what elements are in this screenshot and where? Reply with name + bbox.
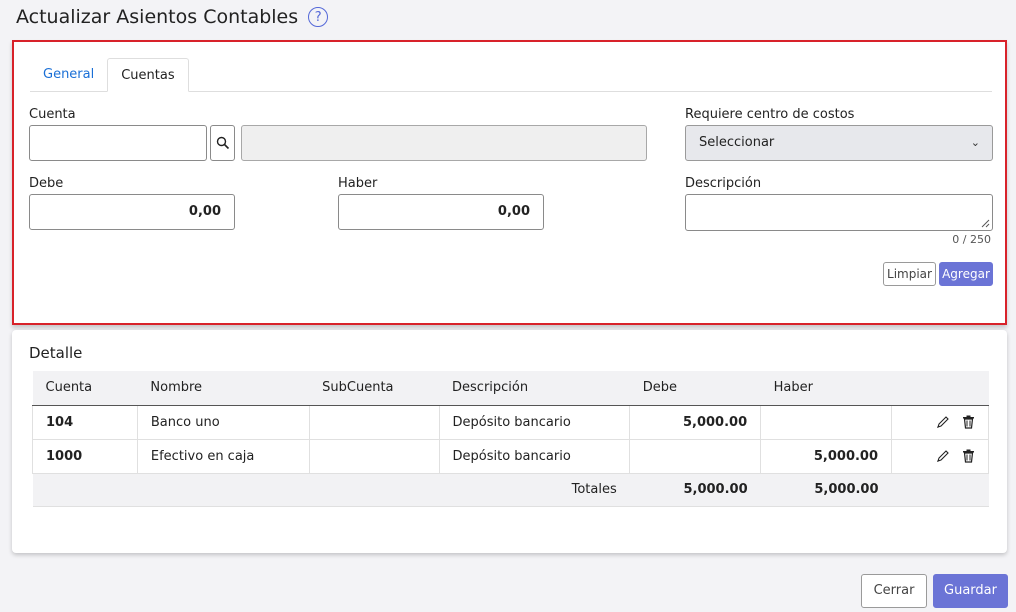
table-row: 1000 Efectivo en caja Depósito bancario … [32,438,989,474]
column-header-actions [891,371,989,406]
totals-row: Totales 5,000.00 5,000.00 [32,472,989,507]
column-header-haber[interactable]: Haber [760,371,892,406]
account-form-card: General Cuentas Cuenta Requiere centro d… [12,40,1007,325]
cell-subcuenta [308,438,440,474]
tab-bar: General Cuentas [30,58,992,92]
cuenta-input[interactable] [29,125,207,161]
edit-pencil-icon[interactable] [936,415,950,429]
centro-costos-label: Requiere centro de costos [685,107,855,122]
cell-descripcion: Depósito bancario [438,404,631,440]
trash-icon[interactable] [962,415,975,429]
descripcion-textarea[interactable] [685,194,993,231]
trash-icon[interactable] [962,449,975,463]
question-circle-icon[interactable]: ? [308,7,329,27]
limpiar-button[interactable]: Limpiar [883,262,936,286]
column-header-subcuenta[interactable]: SubCuenta [309,371,440,406]
descripcion-label: Descripción [685,176,762,191]
search-button[interactable] [210,125,235,161]
cell-cuenta: 104 [32,404,138,440]
total-debe: 5,000.00 [629,472,761,507]
page-title-text: Actualizar Asientos Contables [16,6,299,28]
descripcion-counter: 0 / 250 [952,233,991,246]
tab-cuentas[interactable]: Cuentas [107,58,189,92]
detalle-title: Detalle [29,344,83,362]
edit-pencil-icon[interactable] [936,449,950,463]
table-row: 104 Banco uno Depósito bancario 5,000.00 [32,404,989,440]
page-title: Actualizar Asientos Contables ? [16,6,329,28]
cell-debe [629,438,762,474]
cell-nombre: Efectivo en caja [136,438,310,474]
centro-costos-select[interactable]: Seleccionar ⌄ [685,125,993,161]
cell-cuenta: 1000 [32,438,138,474]
table-header-row: Cuenta Nombre SubCuenta Descripción Debe… [32,371,989,406]
haber-label: Haber [338,176,378,191]
cell-debe: 5,000.00 [629,404,762,440]
column-header-debe[interactable]: Debe [629,371,761,406]
guardar-button[interactable]: Guardar [933,574,1008,608]
detalle-card: Detalle Cuenta Nombre SubCuenta Descripc… [12,330,1007,553]
debe-input[interactable]: 0,00 [29,194,235,230]
haber-input[interactable]: 0,00 [338,194,544,230]
totales-label: Totales [32,472,630,507]
totals-actions-empty [891,472,989,507]
column-header-nombre[interactable]: Nombre [137,371,310,406]
cuenta-label: Cuenta [29,107,76,122]
cell-nombre: Banco uno [136,404,310,440]
cell-actions [891,404,989,440]
total-haber: 5,000.00 [760,472,892,507]
resize-handle-icon[interactable] [981,219,990,228]
column-header-descripcion[interactable]: Descripción [439,371,630,406]
cuenta-name-field [241,125,647,161]
cell-actions [891,438,989,474]
column-header-cuenta[interactable]: Cuenta [32,371,138,406]
cell-haber [760,404,893,440]
cell-descripcion: Depósito bancario [438,438,631,474]
tab-general[interactable]: General [30,58,107,92]
cell-haber: 5,000.00 [760,438,893,474]
debe-label: Debe [29,176,64,191]
centro-costos-value: Seleccionar [699,135,775,150]
chevron-down-icon: ⌄ [970,136,980,149]
agregar-button[interactable]: Agregar [939,262,993,286]
detalle-table: Cuenta Nombre SubCuenta Descripción Debe… [32,371,989,507]
search-icon [216,136,229,150]
cell-subcuenta [308,404,440,440]
cerrar-button[interactable]: Cerrar [861,574,927,608]
